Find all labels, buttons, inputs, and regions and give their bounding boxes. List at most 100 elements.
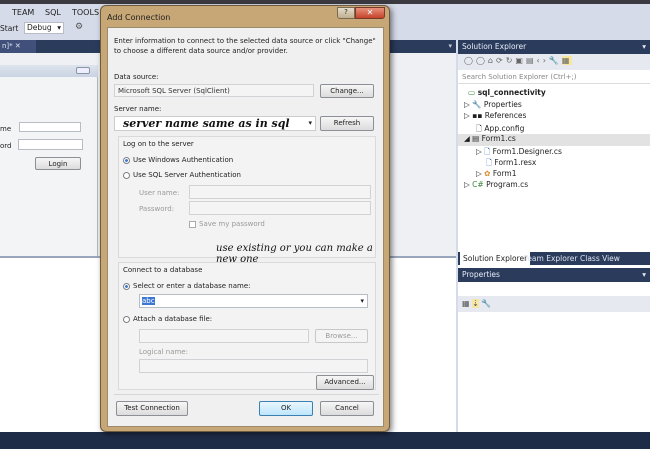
back-icon[interactable]: ◯ bbox=[464, 56, 476, 65]
tree-item-form1-class[interactable]: ▷ ✿ Form1 bbox=[458, 169, 650, 181]
doc-tab-label: n]* bbox=[2, 42, 13, 50]
test-connection-button[interactable]: Test Connection bbox=[116, 401, 188, 416]
se-toolbar: ◯◯⌂⟳↻▣▤‹›🔧▦ bbox=[458, 54, 650, 70]
login-button[interactable]: Login bbox=[35, 157, 81, 170]
radio-label: Select or enter a database name: bbox=[133, 282, 251, 290]
dialog-body: Enter information to connect to the sele… bbox=[107, 27, 384, 427]
attach-icon[interactable]: ⚙ bbox=[75, 22, 83, 32]
doc-tab[interactable]: n]* ✕ bbox=[0, 40, 36, 53]
dialog-title: Add Connection bbox=[107, 13, 171, 22]
chevron-down-icon[interactable]: ▾ bbox=[448, 42, 452, 50]
database-combo[interactable]: abc ▾ bbox=[139, 294, 368, 308]
change-button[interactable]: Change... bbox=[320, 84, 374, 98]
chevron-down-icon[interactable]: ▾ bbox=[308, 119, 312, 127]
resx-file-icon: 🗋 bbox=[486, 158, 493, 167]
server-name-combo[interactable]: server name same as in sql ▾ bbox=[114, 116, 316, 131]
collapse-icon[interactable]: ▣ bbox=[515, 56, 526, 65]
csharp-file-icon: C# bbox=[472, 180, 484, 189]
minimize-icon[interactable] bbox=[76, 67, 90, 74]
chevron-down-icon[interactable]: ▾ bbox=[642, 270, 646, 279]
tree-item-form1cs[interactable]: ◢ ▤ Form1.cs bbox=[458, 134, 650, 146]
password-input[interactable] bbox=[18, 139, 83, 150]
chevron-down-icon[interactable]: ▾ bbox=[360, 297, 364, 305]
radio-icon bbox=[123, 315, 130, 323]
close-icon[interactable]: ✕ bbox=[15, 42, 21, 50]
sql-auth-radio[interactable]: Use SQL Server Authentication bbox=[123, 171, 241, 179]
help-icon: ? bbox=[344, 8, 348, 16]
properties-icon[interactable]: 🔧 bbox=[549, 56, 562, 65]
tree-item-program[interactable]: ▷ C# Program.cs bbox=[458, 180, 650, 192]
tab-solution-explorer[interactable]: Solution Explorer bbox=[460, 252, 531, 265]
config-value: Debug bbox=[27, 23, 52, 32]
password-label: ord bbox=[0, 142, 12, 150]
csharp-project-icon: ▭ bbox=[468, 88, 478, 97]
menu-sql[interactable]: SQL bbox=[45, 8, 61, 17]
property-pages-icon[interactable]: 🔧 bbox=[481, 299, 491, 308]
form-titlebar bbox=[0, 65, 98, 77]
browse-button[interactable]: Browse... bbox=[315, 329, 368, 343]
ok-button[interactable]: OK bbox=[259, 401, 313, 416]
database-group-label: Connect to a database bbox=[123, 266, 203, 274]
panel-title: Solution Explorer bbox=[462, 42, 527, 51]
tree-item-designer[interactable]: ▷ 🗋 Form1.Designer.cs bbox=[458, 146, 650, 158]
alphabetical-icon[interactable]: ⇣ bbox=[472, 299, 479, 308]
annotation-text: use existing or you can make a new one bbox=[216, 243, 373, 265]
panel-title: Properties bbox=[462, 270, 500, 279]
divider bbox=[114, 394, 379, 395]
select-db-radio[interactable]: Select or enter a database name: bbox=[123, 282, 251, 290]
add-connection-dialog: Add Connection ? ✕ Enter information to … bbox=[100, 5, 390, 432]
tab-team-explorer[interactable]: Team Explorer bbox=[524, 254, 577, 263]
config-file-icon: 🗋 bbox=[476, 123, 483, 133]
sync-icon[interactable]: ⟳ bbox=[496, 56, 506, 65]
wrench-icon: 🔧 bbox=[472, 99, 482, 109]
refresh-icon[interactable]: ↻ bbox=[506, 56, 516, 65]
home-icon[interactable]: ⌂ bbox=[488, 56, 496, 65]
tree-item-resx[interactable]: 🗋 Form1.resx bbox=[458, 157, 650, 169]
attach-file-input[interactable] bbox=[139, 329, 309, 343]
class-icon: ✿ bbox=[484, 168, 491, 178]
logical-name-input[interactable] bbox=[139, 359, 368, 373]
tab-class-view[interactable]: Class View bbox=[580, 254, 620, 263]
tree-item-solution[interactable]: ▭ sql_connectivity bbox=[458, 88, 650, 100]
windows-auth-radio[interactable]: Use Windows Authentication bbox=[123, 156, 233, 164]
attach-db-radio[interactable]: Attach a database file: bbox=[123, 315, 212, 323]
tree-item-references[interactable]: ▷ ▪▪ References bbox=[458, 111, 650, 123]
tree-item-properties[interactable]: ▷ 🔧 Properties bbox=[458, 100, 650, 112]
help-button[interactable]: ? bbox=[337, 7, 355, 19]
radio-selected-icon bbox=[123, 156, 130, 164]
tree-label: sql_connectivity bbox=[477, 88, 546, 97]
menu-tools[interactable]: TOOLS bbox=[72, 8, 99, 17]
close-icon: ✕ bbox=[366, 8, 374, 17]
user-name-label: User name: bbox=[139, 189, 180, 197]
show-all-icon[interactable]: ▤ bbox=[526, 56, 537, 65]
menu-team[interactable]: TEAM bbox=[12, 8, 34, 17]
advanced-button[interactable]: Advanced... bbox=[316, 375, 374, 390]
categorized-icon[interactable]: ▦ bbox=[462, 299, 470, 308]
chevron-down-icon[interactable]: ▾ bbox=[642, 42, 646, 51]
refresh-button[interactable]: Refresh bbox=[320, 116, 374, 131]
tree-item-appconfig[interactable]: 🗋 App.config bbox=[458, 123, 650, 135]
checkbox-label: Save my password bbox=[199, 220, 265, 228]
start-button[interactable]: Start bbox=[0, 24, 18, 33]
save-password-checkbox[interactable]: Save my password bbox=[189, 220, 265, 228]
forward-icon[interactable]: ◯ bbox=[476, 56, 488, 65]
preview-icon[interactable]: ▦ bbox=[561, 56, 573, 65]
cancel-button[interactable]: Cancel bbox=[320, 401, 374, 416]
cs-file-icon: 🗋 bbox=[484, 146, 491, 156]
close-button[interactable]: ✕ bbox=[355, 7, 385, 19]
form-icon: ▤ bbox=[472, 134, 480, 143]
radio-label: Use Windows Authentication bbox=[133, 156, 234, 164]
password-label: Password: bbox=[139, 205, 175, 213]
logon-group-label: Log on to the server bbox=[123, 140, 194, 148]
properties-toolbar: ▦ ⇣ 🔧 bbox=[458, 296, 650, 312]
code-icon[interactable]: ‹› bbox=[537, 56, 549, 65]
username-input[interactable] bbox=[19, 122, 81, 132]
solution-explorer-panel: Solution Explorer ▾ ◯◯⌂⟳↻▣▤‹›🔧▦ Search So… bbox=[458, 40, 650, 432]
password-input[interactable] bbox=[189, 201, 371, 215]
user-name-input[interactable] bbox=[189, 185, 371, 199]
database-group: Connect to a database Select or enter a … bbox=[118, 262, 376, 390]
search-input[interactable]: Search Solution Explorer (Ctrl+;) bbox=[458, 70, 650, 84]
config-select[interactable]: Debug ▾ bbox=[24, 22, 64, 34]
se-tab-strip: Solution Explorer Team Explorer Class Vi… bbox=[458, 252, 650, 265]
server-name-value: server name same as in sql bbox=[123, 117, 290, 130]
